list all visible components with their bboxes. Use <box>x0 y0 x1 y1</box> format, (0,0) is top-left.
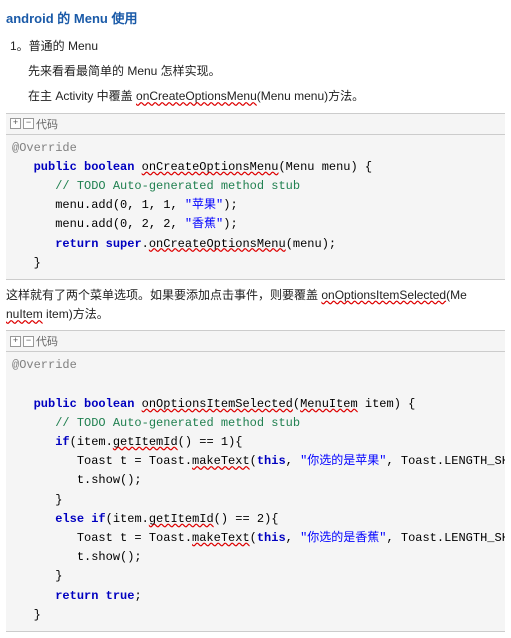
keyword: if <box>91 512 105 526</box>
paragraph: 1。普通的 Menu <box>10 37 505 56</box>
code-text: , <box>286 531 300 545</box>
comment: // TODO Auto-generated method stub <box>55 416 300 430</box>
method-name: getItemId <box>149 512 214 526</box>
code-text: . <box>142 237 149 251</box>
code-text: (item. <box>106 512 149 526</box>
keyword: true <box>106 589 135 603</box>
code-text: t.show(); <box>77 550 142 564</box>
annotation: @Override <box>12 358 77 372</box>
code-text: , Toast.LENGTH_SHORT); <box>386 531 505 545</box>
string: "你选的是香蕉" <box>300 531 386 545</box>
code-text: t.show(); <box>77 473 142 487</box>
code-text: Toast t = Toast. <box>77 531 192 545</box>
code-text: ( <box>250 531 257 545</box>
method-name: onCreateOptionsMenu <box>149 237 286 251</box>
text: (Me <box>446 288 467 302</box>
code-text: , <box>286 454 300 468</box>
code-text: ); <box>223 217 237 231</box>
collapse-icon[interactable]: − <box>23 336 34 347</box>
annotation: @Override <box>12 141 77 155</box>
text: item)方法。 <box>43 307 109 321</box>
string: "苹果" <box>185 198 223 212</box>
code-text: } <box>55 569 62 583</box>
comment: // TODO Auto-generated method stub <box>55 179 300 193</box>
code-label: 代码 <box>36 116 58 132</box>
code-text: ); <box>223 198 237 212</box>
code-text: ; <box>134 589 141 603</box>
keyword: this <box>257 531 286 545</box>
keyword: else <box>55 512 84 526</box>
method-name: makeText <box>192 531 250 545</box>
code-text: ( <box>250 454 257 468</box>
paragraph: 在主 Activity 中覆盖 onCreateOptionsMenu(Menu… <box>28 87 505 106</box>
method-name: onOptionsItemSelected <box>142 397 293 411</box>
code-text: , Toast.LENGTH_SHORT); <box>386 454 505 468</box>
keyword: super <box>106 237 142 251</box>
code-text: item) { <box>358 397 416 411</box>
code-text: ( <box>293 397 300 411</box>
expand-icon[interactable]: + <box>10 336 21 347</box>
code-text: () == 1){ <box>178 435 243 449</box>
string: "你选的是苹果" <box>300 454 386 468</box>
code-block: @Override public boolean onOptionsItemSe… <box>6 352 505 632</box>
text: (Menu menu)方法。 <box>257 89 364 103</box>
text: 在主 Activity 中覆盖 <box>28 89 136 103</box>
method-link: onOptionsItemSelected <box>321 288 446 302</box>
expand-icon[interactable]: + <box>10 118 21 129</box>
keyword: public <box>34 397 77 411</box>
code-text: () == 2){ <box>214 512 279 526</box>
code-text: } <box>34 608 41 622</box>
paragraph: 先来看看最简单的 Menu 怎样实现。 <box>28 62 505 81</box>
collapse-icon[interactable]: − <box>23 118 34 129</box>
keyword: if <box>55 435 69 449</box>
code-text: menu.add(0, 1, 1, <box>55 198 185 212</box>
keyword: boolean <box>84 160 134 174</box>
keyword: return <box>55 237 98 251</box>
keyword: public <box>34 160 77 174</box>
text: 这样就有了两个菜单选项。如果要添加点击事件，则要覆盖 <box>6 288 321 302</box>
code-text: } <box>34 256 41 270</box>
method-name: getItemId <box>113 435 178 449</box>
code-text: menu.add(0, 2, 2, <box>55 217 185 231</box>
page-title: android 的 Menu 使用 <box>6 8 505 27</box>
code-toolbar: + − 代码 <box>6 330 505 352</box>
method-name: makeText <box>192 454 250 468</box>
code-text: (item. <box>70 435 113 449</box>
code-label: 代码 <box>36 333 58 349</box>
method-name: onCreateOptionsMenu <box>142 160 279 174</box>
code-toolbar: + − 代码 <box>6 113 505 135</box>
method-link: onCreateOptionsMenu <box>136 89 257 103</box>
keyword: boolean <box>84 397 134 411</box>
code-text: Toast t = Toast. <box>77 454 192 468</box>
paragraph: 这样就有了两个菜单选项。如果要添加点击事件，则要覆盖 onOptionsItem… <box>6 286 505 324</box>
type-name: MenuItem <box>300 397 358 411</box>
method-link: nuItem <box>6 307 43 321</box>
keyword: this <box>257 454 286 468</box>
keyword: return <box>55 589 98 603</box>
code-text: (menu); <box>286 237 336 251</box>
code-text: } <box>55 493 62 507</box>
string: "香蕉" <box>185 217 223 231</box>
code-text: (Menu menu) { <box>278 160 372 174</box>
code-block: @Override public boolean onCreateOptions… <box>6 135 505 280</box>
